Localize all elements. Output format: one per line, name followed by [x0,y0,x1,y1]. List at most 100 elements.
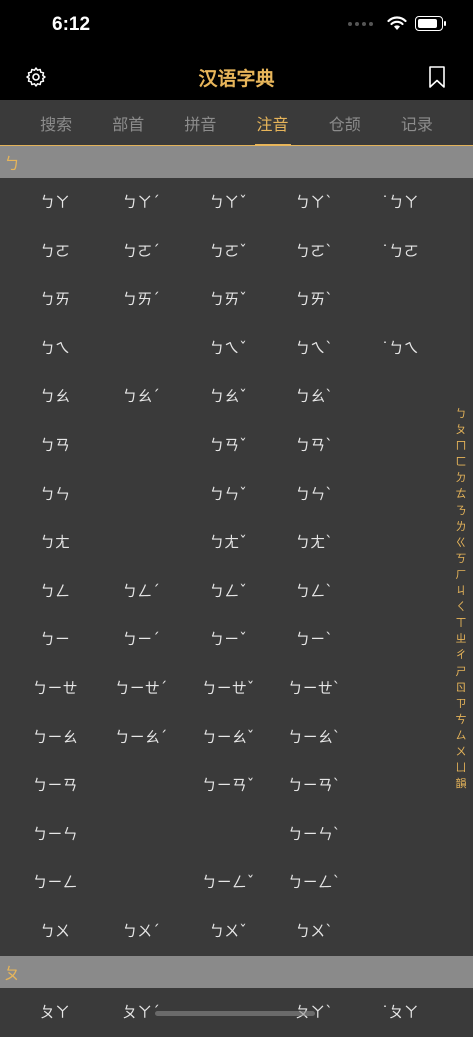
syllable-cell[interactable]: ㄅㄠ [12,372,98,420]
index-letter[interactable]: ㄗ [456,696,467,712]
syllable-cell[interactable]: ㄅㄧˋ [271,615,357,663]
index-letter[interactable]: ㄏ [456,567,467,583]
index-letter[interactable]: 韻 [456,776,467,792]
syllable-cell[interactable]: ㄅㄧㄝˊ [98,664,184,712]
syllable-cell[interactable]: ㄅㄤˇ [185,518,271,566]
index-letter[interactable]: ㄍ [456,535,467,551]
index-letter[interactable]: ㄓ [456,631,467,647]
syllable-cell[interactable]: ㄅㄨˇ [185,907,271,955]
index-letter[interactable]: ㄌ [456,519,467,535]
syllable-cell[interactable]: ㄅㄚˇ [185,178,271,226]
index-letter[interactable]: ㄋ [456,503,467,519]
syllable-cell[interactable]: ㄅㄣˇ [185,470,271,518]
tab-pinyin[interactable]: 拼音 [182,111,218,135]
syllable-cell[interactable]: ㄅㄧㄢˇ [185,761,271,809]
bookmark-icon[interactable] [425,65,449,89]
syllable-cell[interactable]: ㄅㄟˇ [185,324,271,372]
syllable-cell[interactable]: ㄅㄞ [12,275,98,323]
syllable-cell[interactable]: ㄅㄢˋ [271,421,357,469]
syllable-row: ㄅㄤ ㄅㄤˇ ㄅㄤˋ [0,518,440,567]
syllable-cell[interactable]: ㄅㄠˊ [98,372,184,420]
syllable-cell[interactable]: ㄅㄢˇ [185,421,271,469]
syllable-cell[interactable]: ㄅㄧˊ [98,615,184,663]
syllable-cell[interactable]: ㄅㄚˊ [98,178,184,226]
tab-zhuyin[interactable]: 注音 [254,111,291,147]
syllable-cell[interactable]: ㄅㄥˋ [271,567,357,615]
syllable-cell[interactable]: ㄅㄢ [12,421,98,469]
index-letter[interactable]: ㄉ [456,470,467,486]
syllable-cell[interactable]: ㄅㄨ [12,907,98,955]
syllable-cell[interactable]: ㄅㄥ [12,567,98,615]
syllable-cell[interactable]: ㄅㄠˇ [185,372,271,420]
syllable-cell[interactable]: ㄅㄧㄠˊ [98,713,184,761]
syllable-cell[interactable]: ㄅㄨˋ [271,907,357,955]
syllable-cell[interactable]: ㄅㄛˇ [185,227,271,275]
index-letter[interactable]: ㄇ [456,438,467,454]
syllable-cell[interactable]: ㄅㄤ [12,518,98,566]
syllable-cell[interactable]: ㄅㄣ [12,470,98,518]
syllable-cell[interactable]: ㄅㄧㄠ [12,713,98,761]
syllable-cell[interactable]: ㄅㄧㄠˋ [271,713,357,761]
syllable-cell[interactable]: ㄅㄛˋ [271,227,357,275]
syllable-cell[interactable]: ㄅㄞˇ [185,275,271,323]
tab-history[interactable]: 记录 [399,111,435,135]
syllable-cell[interactable]: ㄅㄧㄣˋ [271,810,357,858]
tab-radical[interactable]: 部首 [110,111,146,135]
syllable-cell[interactable]: ㄅㄞˊ [98,275,184,323]
syllable-row: ㄅㄧ ㄅㄧˊ ㄅㄧˇ ㄅㄧˋ [0,615,440,664]
status-bar: 6:12 [0,0,473,54]
syllable-cell[interactable]: ㄅㄨˊ [98,907,184,955]
syllable-cell[interactable]: ㄅㄤˋ [271,518,357,566]
syllable-cell[interactable]: ㄅㄟˋ [271,324,357,372]
syllable-cell[interactable]: ㄅㄚ [12,178,98,226]
syllable-cell[interactable]: ㄅㄠˋ [271,372,357,420]
tab-cangjie[interactable]: 仓颉 [327,111,363,135]
index-letter[interactable]: ㄔ [456,647,467,663]
syllable-cell[interactable]: ㄅㄧㄣ [12,810,98,858]
syllable-cell[interactable]: ㄅㄞˋ [271,275,357,323]
syllable-cell[interactable]: ㄅㄚˋ [271,178,357,226]
index-letter[interactable]: ㄎ [456,551,467,567]
syllable-row: ㄅㄣ ㄅㄣˇ ㄅㄣˋ [0,470,440,519]
syllable-cell[interactable]: ㄅㄛˊ [98,227,184,275]
syllable-cell[interactable]: ㄅㄣˋ [271,470,357,518]
index-letter[interactable]: ㄊ [456,486,467,502]
syllable-cell[interactable]: ˙ㄅㄛ [357,227,443,275]
index-letter[interactable]: ㄩ [456,760,467,776]
syllable-cell[interactable]: ㄅㄥˊ [98,567,184,615]
tab-search[interactable]: 搜索 [38,111,74,135]
syllable-cell[interactable]: ㄅㄧㄝˇ [185,664,271,712]
index-letter[interactable]: ㄖ [456,680,467,696]
index-letter[interactable]: ㄨ [456,744,467,760]
index-letter[interactable]: ㄙ [456,728,467,744]
syllable-cell[interactable]: ˙ㄅㄚ [357,178,443,226]
syllable-cell[interactable]: ㄅㄧㄥˇ [185,858,271,906]
syllable-cell[interactable]: ㄅㄧㄢˋ [271,761,357,809]
index-letter[interactable]: ㄈ [456,454,467,470]
syllable-cell[interactable]: ㄅㄟ [12,324,98,372]
index-letter[interactable]: ㄕ [456,664,467,680]
syllable-cell[interactable]: ˙ㄅㄟ [357,324,443,372]
syllable-cell[interactable]: ㄅㄛ [12,227,98,275]
index-letter[interactable]: ㄒ [456,615,467,631]
syllable-cell[interactable]: ㄅㄧㄢ [12,761,98,809]
syllable-cell[interactable]: ㄅㄧˇ [185,615,271,663]
index-letter[interactable]: ㄅ [456,406,467,422]
syllable-cell[interactable]: ㄅㄧㄝˋ [271,664,357,712]
index-letter[interactable]: ㄆ [456,422,467,438]
section-index[interactable]: ㄅㄆㄇㄈㄉㄊㄋㄌㄍㄎㄏㄐㄑㄒㄓㄔㄕㄖㄗㄘㄙㄨㄩ韻 [453,406,469,792]
syllable-cell[interactable]: ㄅㄧㄝ [12,664,98,712]
index-letter[interactable]: ㄘ [456,712,467,728]
index-letter[interactable]: ㄑ [456,599,467,615]
syllable-row: ㄅㄧㄝ ㄅㄧㄝˊ ㄅㄧㄝˇ ㄅㄧㄝˋ [0,664,440,713]
syllable-cell[interactable]: ˙ㄆㄚ [357,988,443,1036]
syllable-cell[interactable]: ㄅㄧㄠˇ [185,713,271,761]
syllable-cell[interactable]: ㄅㄧㄥˋ [271,858,357,906]
syllable-cell[interactable]: ㄅㄧ [12,615,98,663]
syllable-cell[interactable]: ㄅㄧㄥ [12,858,98,906]
tab-bar: 搜索 部首 拼音 注音 仓颉 记录 [0,100,473,147]
syllable-cell[interactable]: ㄅㄥˇ [185,567,271,615]
syllable-cell[interactable]: ㄆㄚ [12,988,98,1036]
cellular-signal-icon [348,21,373,26]
index-letter[interactable]: ㄐ [456,583,467,599]
